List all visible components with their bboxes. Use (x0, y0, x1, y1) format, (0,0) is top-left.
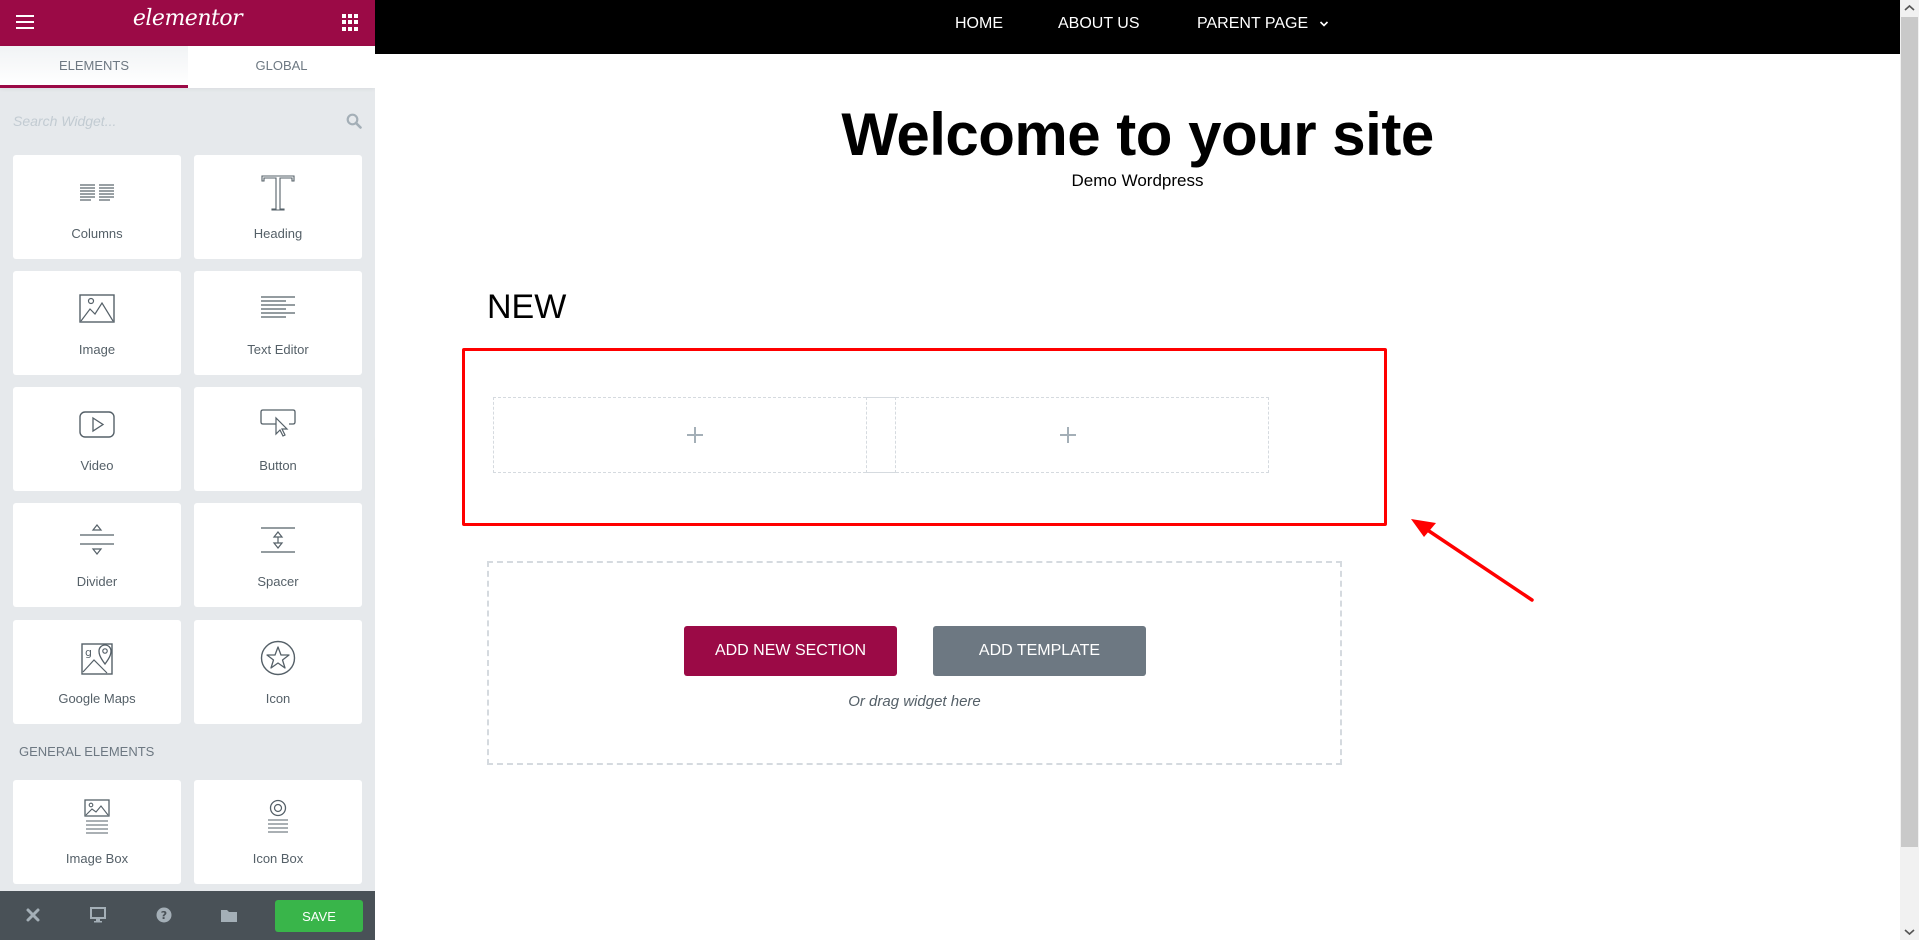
chevron-down-icon (1319, 21, 1328, 27)
help-icon[interactable]: ? (155, 906, 173, 924)
plus-icon[interactable] (1059, 427, 1076, 443)
plus-icon[interactable] (686, 427, 703, 443)
empty-column-1[interactable] (493, 397, 896, 473)
elementor-logo: elementor (132, 6, 243, 31)
image-icon (79, 294, 115, 323)
svg-text:g: g (85, 646, 92, 659)
nav-about-us[interactable]: ABOUT US (1058, 15, 1140, 33)
new-heading[interactable]: NEW (487, 288, 566, 327)
widget-google-maps[interactable]: g Google Maps (13, 620, 181, 724)
add-template-button[interactable]: ADD TEMPLATE (933, 626, 1146, 676)
nav-home[interactable]: HOME (955, 15, 1003, 33)
nav-parent-page[interactable]: PARENT PAGE (1197, 15, 1329, 33)
desktop-icon[interactable] (89, 906, 107, 924)
editor-panel: elementor ELEMENTS GLOBAL Columns (0, 0, 375, 940)
nav-parent-page-label: PARENT PAGE (1197, 15, 1309, 32)
text-editor-icon (261, 296, 295, 318)
search-input[interactable] (13, 108, 333, 134)
button-icon (260, 409, 296, 437)
add-new-section-button[interactable]: ADD NEW SECTION (684, 626, 897, 676)
widget-label: Icon (265, 691, 291, 706)
tab-global[interactable]: GLOBAL (188, 46, 375, 88)
widget-label: Button (259, 458, 297, 473)
widget-video[interactable]: Video (13, 387, 181, 491)
section-title-general: GENERAL ELEMENTS (19, 744, 155, 759)
widget-button[interactable]: Button (194, 387, 362, 491)
widget-label: Google Maps (58, 691, 136, 706)
columns-icon (80, 184, 114, 201)
site-navigation: HOME ABOUT US PARENT PAGE (375, 0, 1900, 54)
video-icon (79, 411, 115, 438)
widget-divider[interactable]: Divider (13, 503, 181, 607)
widget-text-editor[interactable]: Text Editor (194, 271, 362, 375)
search-icon[interactable] (346, 113, 362, 129)
divider-icon (80, 524, 114, 555)
folder-icon[interactable] (220, 906, 238, 924)
site-tagline: Demo Wordpress (1071, 171, 1204, 190)
widget-icon[interactable]: Icon (194, 620, 362, 724)
widget-label: Video (80, 458, 114, 473)
page-preview: HOME ABOUT US PARENT PAGE Welcome to you… (375, 0, 1900, 940)
widget-spacer[interactable]: Spacer (194, 503, 362, 607)
add-section-dropzone[interactable]: ADD NEW SECTION ADD TEMPLATE Or drag wid… (487, 561, 1342, 765)
widget-search (0, 100, 375, 144)
widget-heading[interactable]: Heading (194, 155, 362, 259)
grid-icon[interactable] (342, 14, 359, 31)
widget-label: Divider (76, 574, 118, 589)
tab-elements[interactable]: ELEMENTS (0, 46, 188, 88)
site-title: Welcome to your site (841, 101, 1434, 168)
scrollbar-thumb[interactable] (1901, 17, 1918, 847)
scroll-up-arrow-icon[interactable] (1900, 0, 1919, 17)
widget-label: Image Box (65, 851, 129, 866)
star-icon (260, 640, 296, 676)
panel-tabs: ELEMENTS GLOBAL (0, 46, 375, 88)
heading-icon (261, 175, 295, 211)
widget-label: Text Editor (247, 342, 309, 357)
save-button[interactable]: SAVE (275, 900, 363, 932)
widget-label: Spacer (257, 574, 299, 589)
panel-footer: ? SAVE (0, 891, 375, 940)
widget-image-box[interactable]: Image Box (13, 780, 181, 884)
scroll-down-arrow-icon[interactable] (1900, 923, 1919, 940)
widget-label: Icon Box (252, 851, 304, 866)
widget-label: Image (78, 342, 116, 357)
widget-icon-box[interactable]: Icon Box (194, 780, 362, 884)
icon-box-icon (268, 799, 288, 833)
close-icon[interactable] (24, 906, 42, 924)
widget-columns[interactable]: Columns (13, 155, 181, 259)
spacer-icon (261, 527, 295, 553)
svg-text:?: ? (161, 909, 167, 922)
panel-header: elementor (0, 0, 375, 46)
widget-label: Heading (253, 226, 303, 241)
drag-hint: Or drag widget here (848, 693, 981, 710)
widget-label: Columns (71, 226, 123, 241)
image-box-icon (84, 799, 110, 834)
widget-image[interactable]: Image (13, 271, 181, 375)
page-scrollbar[interactable] (1900, 0, 1919, 940)
empty-column-2[interactable] (866, 397, 1269, 473)
google-maps-icon: g (81, 643, 113, 675)
